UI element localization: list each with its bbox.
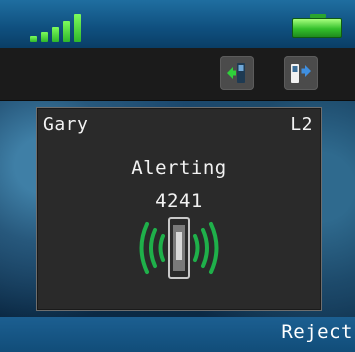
caller-number: 4241 [155,190,203,212]
incoming-call-panel: Gary L2 Alerting 4241 [36,107,322,311]
call-handover-icon [291,64,311,83]
reject-button[interactable]: Reject [281,321,353,343]
toolbar [0,48,355,101]
call-handover-button[interactable] [284,56,318,90]
ringing-handset-icon [139,217,219,279]
line-indicator: L2 [290,114,313,135]
call-transfer-icon [227,63,245,83]
signal-strength-icon [30,8,86,42]
caller-name: Gary [43,114,89,135]
call-transfer-button[interactable] [220,56,254,90]
status-bar [0,0,355,48]
call-status: Alerting [131,157,227,179]
softkey-bar: Reject [0,317,355,352]
battery-icon [292,14,344,40]
